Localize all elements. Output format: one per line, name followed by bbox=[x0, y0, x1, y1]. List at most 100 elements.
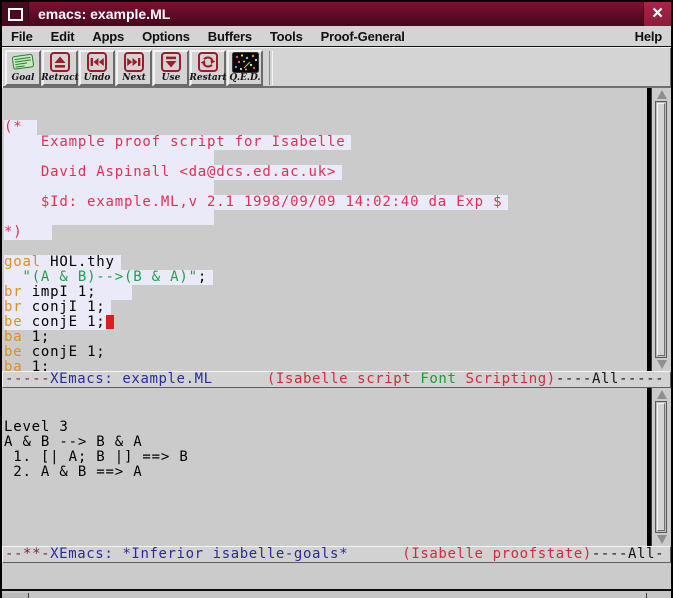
code-token: *) bbox=[4, 224, 22, 240]
goals-line: 1. [| A; B |] ==> B bbox=[4, 450, 647, 465]
code-line bbox=[4, 210, 647, 225]
code-line: br conjI 1; bbox=[4, 300, 647, 315]
menu-options[interactable]: Options bbox=[133, 29, 199, 44]
toolbar-retract-button[interactable]: Retract bbox=[42, 50, 78, 86]
use-download-icon bbox=[159, 52, 183, 73]
scrollbar-thumb[interactable] bbox=[657, 103, 665, 356]
bottom-left-segment bbox=[2, 593, 29, 598]
window-menu-icon[interactable] bbox=[2, 2, 29, 26]
toolbar-next-button[interactable]: Next bbox=[116, 50, 152, 86]
code-token: br bbox=[4, 284, 22, 300]
toolbar-button-label: Use bbox=[162, 73, 181, 83]
close-button[interactable]: × bbox=[643, 2, 671, 26]
scroll-down-icon[interactable] bbox=[654, 533, 669, 546]
scrollbar-thumb[interactable] bbox=[657, 403, 665, 531]
toolbar-button-label: Retract bbox=[41, 73, 79, 83]
toolbar-qed-button[interactable]: Q.E.D. bbox=[227, 50, 263, 86]
xemacs-window: emacs: example.ML × FileEditAppsOptionsB… bbox=[0, 0, 673, 598]
locked-region-highlight bbox=[4, 210, 214, 225]
locked-region-highlight: goal HOL.thy bbox=[4, 255, 121, 270]
toolbar-undo-button[interactable]: Undo bbox=[79, 50, 115, 86]
code-token: br bbox=[4, 299, 22, 315]
menu-help[interactable]: Help bbox=[626, 29, 671, 44]
modeline-segment: ----All----- bbox=[556, 371, 664, 387]
toolbar-button-label: Goal bbox=[12, 73, 35, 83]
toolbar-button-label: Restart bbox=[189, 73, 226, 83]
toolbar-use-button[interactable]: Use bbox=[153, 50, 189, 86]
menubar: FileEditAppsOptionsBuffersToolsProof-Gen… bbox=[2, 26, 671, 47]
scroll-down-icon[interactable] bbox=[654, 358, 669, 371]
code-token: impI 1; bbox=[22, 284, 96, 300]
bottom-border bbox=[2, 589, 671, 598]
text-cursor bbox=[106, 315, 114, 329]
code-token: ba bbox=[4, 359, 22, 371]
goal-scroll-icon bbox=[11, 52, 35, 73]
locked-region-highlight bbox=[4, 180, 214, 195]
goals-scrollbar[interactable] bbox=[651, 388, 671, 546]
locked-region-highlight: br conjI 1; bbox=[4, 300, 111, 315]
toolbar-restart-button[interactable]: Restart bbox=[190, 50, 226, 86]
qed-fireworks-icon bbox=[232, 52, 259, 73]
code-token: ba bbox=[4, 329, 22, 345]
modeline-segment: --**- bbox=[5, 546, 50, 562]
modeline-segment: Font bbox=[420, 371, 456, 387]
goals-line: Level 3 bbox=[4, 420, 647, 435]
scrollbar-track[interactable] bbox=[655, 101, 667, 358]
code-token: 1; bbox=[22, 329, 50, 345]
goals-lines: Level 3A & B --> B & A 1. [| A; B |] ==>… bbox=[2, 418, 647, 480]
locked-region-highlight bbox=[4, 150, 214, 165]
code-token: be bbox=[4, 344, 22, 360]
code-token: $Id: example.ML,v 2.1 1998/09/09 14:02:4… bbox=[4, 194, 502, 210]
code-line: ba 1; bbox=[4, 330, 647, 345]
modeline-segment: XEmacs: *Inferior isabelle-goals* bbox=[50, 546, 348, 562]
toolbar-goal-button[interactable]: Goal bbox=[5, 50, 41, 86]
code-token: be bbox=[4, 314, 22, 330]
locked-region-highlight: *) bbox=[4, 225, 52, 240]
retract-eject-icon bbox=[48, 52, 72, 73]
script-scrollbar[interactable] bbox=[651, 88, 671, 371]
code-line: $Id: example.ML,v 2.1 1998/09/09 14:02:4… bbox=[4, 195, 647, 210]
toolbar-separator bbox=[269, 51, 273, 85]
restart-cycle-icon bbox=[196, 52, 220, 73]
minibuffer[interactable] bbox=[2, 563, 671, 589]
modeline-segment: XEmacs: example.ML bbox=[50, 371, 213, 387]
locked-region-highlight: be conjE 1; bbox=[4, 315, 106, 330]
code-token: David Aspinall <da@dcs.ed.ac.uk> bbox=[4, 164, 336, 180]
modeline-segment: ----All- bbox=[592, 546, 664, 562]
code-token: goal bbox=[4, 254, 41, 270]
titlebar[interactable]: emacs: example.ML × bbox=[2, 2, 671, 26]
code-line: ba 1; bbox=[4, 360, 647, 371]
menu-file[interactable]: File bbox=[2, 29, 42, 44]
code-token: HOL.thy bbox=[41, 254, 115, 270]
code-token: "(A & B)-->(B & A)" bbox=[22, 269, 197, 285]
menu-proof-general[interactable]: Proof-General bbox=[312, 29, 414, 44]
code-line: be conjE 1; bbox=[4, 345, 647, 360]
menu-edit[interactable]: Edit bbox=[42, 29, 84, 44]
menu-apps[interactable]: Apps bbox=[83, 29, 133, 44]
code-line: Example proof script for Isabelle bbox=[4, 135, 647, 150]
scroll-up-icon[interactable] bbox=[654, 88, 669, 101]
locked-region-highlight: David Aspinall <da@dcs.ed.ac.uk> bbox=[4, 165, 342, 180]
window-title: emacs: example.ML bbox=[29, 2, 643, 26]
menu-tools[interactable]: Tools bbox=[261, 29, 312, 44]
code-line: *) bbox=[4, 225, 647, 240]
code-line: be conjE 1; bbox=[4, 315, 647, 330]
code-token: ; bbox=[198, 269, 207, 285]
script-buffer[interactable]: (* Example proof script for Isabelle Dav… bbox=[2, 88, 647, 371]
code-token: (* bbox=[4, 119, 22, 135]
modeline-script[interactable]: -----XEmacs: example.ML (Isabelle script… bbox=[2, 371, 671, 388]
goals-buffer[interactable]: Level 3A & B --> B & A 1. [| A; B |] ==>… bbox=[2, 388, 647, 546]
locked-region-highlight: "(A & B)-->(B & A)"; bbox=[4, 270, 213, 285]
menu-buffers[interactable]: Buffers bbox=[199, 29, 261, 44]
code-line: br impI 1; bbox=[4, 285, 647, 300]
script-lines: (* Example proof script for Isabelle Dav… bbox=[2, 118, 647, 371]
scrollbar-track[interactable] bbox=[655, 401, 667, 533]
modeline-segment: (Isabelle script bbox=[267, 371, 421, 387]
code-token: conjE 1; bbox=[22, 314, 105, 330]
scroll-up-icon[interactable] bbox=[654, 388, 669, 401]
code-token: Example proof script for Isabelle bbox=[4, 134, 345, 150]
code-line bbox=[4, 150, 647, 165]
code-token bbox=[4, 269, 22, 285]
modeline-segment: ----- bbox=[5, 371, 50, 387]
modeline-goals[interactable]: --**-XEmacs: *Inferior isabelle-goals* (… bbox=[2, 546, 671, 563]
